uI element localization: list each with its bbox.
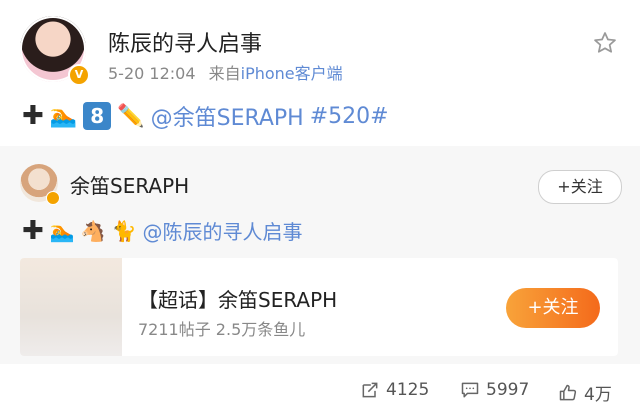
mention-link[interactable]: @陈辰的寻人启事: [143, 216, 303, 245]
post-content: ✚ 🏊 8 ✏️ @余笛SERAPH #520#: [22, 100, 389, 132]
hashtag-link[interactable]: #520#: [310, 104, 389, 129]
post-meta: 5-20 12:04 来自iPhone客户端: [108, 60, 343, 84]
share-icon: [362, 382, 378, 398]
supertopic-card[interactable]: 【超话】余笛SERAPH 7211帖子 2.5万条鱼儿 +关注: [20, 258, 618, 356]
plus-symbol-icon: ✚: [22, 101, 44, 131]
verified-badge-icon: V: [68, 64, 90, 86]
comment-count: 5997: [486, 380, 530, 400]
repost-author-name[interactable]: 余笛SERAPH: [70, 170, 189, 199]
repost-content: ✚ 🏊 🐴 🐈 @陈辰的寻人启事: [22, 216, 303, 245]
supertopic-title: 【超话】余笛SERAPH: [138, 288, 338, 312]
supertopic-follow-button[interactable]: +关注: [506, 288, 600, 328]
comment-icon: [461, 382, 479, 398]
swimmer-emoji-icon: 🏊: [49, 103, 78, 129]
repost-verified-badge-icon: [46, 191, 60, 205]
source-prefix: 来自: [208, 64, 241, 83]
keycap-eight-emoji-icon: 8: [83, 102, 112, 130]
favorite-star-icon[interactable]: [592, 30, 618, 56]
pencil-emoji-icon: ✏️: [117, 103, 145, 129]
retweeted-post[interactable]: 余笛SERAPH +关注 ✚ 🏊 🐴 🐈 @陈辰的寻人启事 【超话】余笛SERA…: [0, 146, 640, 364]
supertopic-cover-image: [20, 258, 122, 356]
like-count: 4万: [584, 385, 612, 405]
post-time: 5-20 12:04: [108, 64, 196, 83]
comment-action[interactable]: 5997: [460, 380, 529, 400]
repost-count: 4125: [386, 380, 430, 400]
post-source[interactable]: iPhone客户端: [241, 64, 343, 83]
action-bar: 4125 5997 4万: [0, 368, 640, 414]
mention-link[interactable]: @余笛SERAPH: [151, 100, 304, 132]
cat-emoji-icon: 🐈: [111, 218, 137, 243]
swimmer-emoji-icon: 🏊: [49, 218, 75, 243]
supertopic-stats: 7211帖子 2.5万条鱼儿: [138, 320, 306, 339]
follow-button[interactable]: +关注: [538, 170, 622, 204]
like-action[interactable]: 4万: [558, 380, 612, 405]
thumbs-up-icon: [559, 384, 577, 400]
horse-emoji-icon: 🐴: [80, 218, 106, 243]
post-username[interactable]: 陈辰的寻人启事: [108, 26, 262, 58]
repost-action[interactable]: 4125: [360, 380, 429, 400]
weibo-post: V 陈辰的寻人启事 5-20 12:04 来自iPhone客户端 ✚ 🏊 8 ✏…: [0, 0, 640, 146]
plus-symbol-icon: ✚: [22, 215, 44, 246]
